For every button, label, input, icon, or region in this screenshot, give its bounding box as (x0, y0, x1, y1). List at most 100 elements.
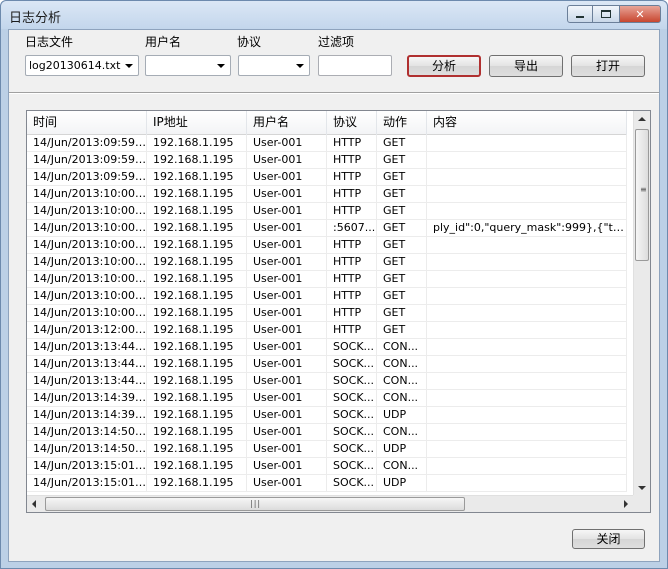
table-row[interactable]: 14/Jun/2013:15:01:0... 192.168.1.195 User-… (27, 458, 627, 475)
cell-action: GET (377, 220, 427, 236)
table-row[interactable]: 14/Jun/2013:14:50:1... 192.168.1.195 User-… (27, 424, 627, 441)
table-row[interactable]: 14/Jun/2013:10:00:0... 192.168.1.195 User-… (27, 203, 627, 220)
cell-username: User-001 (247, 407, 327, 423)
cell-action: GET (377, 288, 427, 304)
cell-protocol: :5607... (327, 220, 377, 236)
filter-input[interactable] (318, 55, 392, 76)
cell-time: 14/Jun/2013:10:00:0... (27, 203, 147, 219)
cell-username: User-001 (247, 305, 327, 321)
cell-time: 14/Jun/2013:09:59:3... (27, 135, 147, 151)
cell-protocol: SOCK... (327, 407, 377, 423)
column-header-protocol[interactable]: 协议 (327, 111, 377, 135)
table-row[interactable]: 14/Jun/2013:13:44:2... 192.168.1.195 User-… (27, 339, 627, 356)
cell-action: GET (377, 322, 427, 338)
table-row[interactable]: 14/Jun/2013:10:00:0... 192.168.1.195 User-… (27, 254, 627, 271)
cell-content (427, 305, 627, 321)
cell-protocol: HTTP (327, 288, 377, 304)
filter-label: 过滤项 (318, 35, 355, 49)
cell-time: 14/Jun/2013:10:00:0... (27, 237, 147, 253)
cell-action: GET (377, 203, 427, 219)
analyze-button[interactable]: 分析 (407, 55, 481, 77)
protocol-select[interactable] (238, 55, 310, 76)
cell-protocol: SOCK... (327, 373, 377, 389)
divider (9, 92, 659, 94)
column-header-username[interactable]: 用户名 (247, 111, 327, 135)
horizontal-scroll-thumb[interactable]: ||| (45, 497, 465, 511)
close-icon: ✕ (635, 7, 645, 21)
cell-action: UDP (377, 475, 427, 491)
scroll-down-button[interactable] (634, 480, 650, 496)
log-list[interactable]: 时间 IP地址 用户名 协议 动作 内容 14/Jun/2013:09:59:3… (26, 110, 651, 513)
cell-action: CON... (377, 339, 427, 355)
cell-username: User-001 (247, 254, 327, 270)
vertical-scroll-thumb[interactable]: ≡ (635, 129, 649, 261)
scroll-right-button[interactable] (618, 496, 634, 512)
cell-time: 14/Jun/2013:10:00:0... (27, 288, 147, 304)
column-header-time[interactable]: 时间 (27, 111, 147, 135)
scroll-left-button[interactable] (27, 496, 43, 512)
cell-time: 14/Jun/2013:13:44:2... (27, 356, 147, 372)
cell-username: User-001 (247, 390, 327, 406)
cell-protocol: SOCK... (327, 390, 377, 406)
vertical-scrollbar[interactable]: ≡ (633, 111, 650, 496)
table-row[interactable]: 14/Jun/2013:09:59:5... 192.168.1.195 User-… (27, 152, 627, 169)
table-row[interactable]: 14/Jun/2013:13:44:2... 192.168.1.195 User-… (27, 373, 627, 390)
table-row[interactable]: 14/Jun/2013:09:59:5... 192.168.1.195 User-… (27, 169, 627, 186)
table-row[interactable]: 14/Jun/2013:15:01:0... 192.168.1.195 User-… (27, 475, 627, 492)
maximize-button[interactable] (593, 5, 619, 23)
table-row[interactable]: 14/Jun/2013:10:00:0... 192.168.1.195 User-… (27, 271, 627, 288)
cell-ip: 192.168.1.195 (147, 390, 247, 406)
app-window: 日志分析 ✕ 日志文件 用户名 协议 过滤项 log20130614.txt 分… (0, 0, 668, 569)
column-header-ip[interactable]: IP地址 (147, 111, 247, 135)
cell-protocol: HTTP (327, 169, 377, 185)
grip-icon: ||| (250, 499, 262, 508)
arrow-right-icon (624, 500, 628, 508)
cell-username: User-001 (247, 441, 327, 457)
column-header-action[interactable]: 动作 (377, 111, 427, 135)
cell-content (427, 322, 627, 338)
cell-protocol: SOCK... (327, 441, 377, 457)
close-button[interactable]: 关闭 (572, 529, 645, 549)
table-row[interactable]: 14/Jun/2013:13:44:2... 192.168.1.195 User-… (27, 356, 627, 373)
cell-protocol: SOCK... (327, 424, 377, 440)
table-row[interactable]: 14/Jun/2013:10:00:0... 192.168.1.195 User-… (27, 237, 627, 254)
minimize-button[interactable] (567, 5, 593, 23)
username-select[interactable] (145, 55, 231, 76)
title-bar[interactable]: 日志分析 ✕ (1, 1, 667, 29)
table-row[interactable]: 14/Jun/2013:10:00:0... 192.168.1.195 User-… (27, 305, 627, 322)
cell-ip: 192.168.1.195 (147, 407, 247, 423)
table-row[interactable]: 14/Jun/2013:14:50:1... 192.168.1.195 User-… (27, 441, 627, 458)
cell-ip: 192.168.1.195 (147, 254, 247, 270)
chevron-down-icon (296, 64, 304, 68)
cell-content (427, 271, 627, 287)
cell-time: 14/Jun/2013:15:01:0... (27, 475, 147, 491)
table-row[interactable]: 14/Jun/2013:09:59:3... 192.168.1.195 User-… (27, 135, 627, 152)
cell-content (427, 407, 627, 423)
cell-action: UDP (377, 407, 427, 423)
cell-content (427, 441, 627, 457)
table-row[interactable]: 14/Jun/2013:10:00:0... 192.168.1.195 User-… (27, 220, 627, 237)
scroll-up-button[interactable] (634, 111, 650, 127)
table-row[interactable]: 14/Jun/2013:12:00:1... 192.168.1.195 User-… (27, 322, 627, 339)
cell-username: User-001 (247, 135, 327, 151)
open-button[interactable]: 打开 (571, 55, 645, 77)
list-header: 时间 IP地址 用户名 协议 动作 内容 (27, 111, 627, 135)
table-row[interactable]: 14/Jun/2013:10:00:0... 192.168.1.195 User-… (27, 186, 627, 203)
cell-content (427, 424, 627, 440)
table-row[interactable]: 14/Jun/2013:14:39:3... 192.168.1.195 User-… (27, 390, 627, 407)
cell-time: 14/Jun/2013:14:50:1... (27, 441, 147, 457)
table-row[interactable]: 14/Jun/2013:14:39:3... 192.168.1.195 User-… (27, 407, 627, 424)
log-file-select[interactable]: log20130614.txt (25, 55, 139, 76)
horizontal-scrollbar[interactable]: ||| (27, 495, 634, 512)
cell-time: 14/Jun/2013:14:50:1... (27, 424, 147, 440)
column-header-content[interactable]: 内容 (427, 111, 627, 135)
table-row[interactable]: 14/Jun/2013:10:00:0... 192.168.1.195 User-… (27, 288, 627, 305)
cell-ip: 192.168.1.195 (147, 288, 247, 304)
window-close-button[interactable]: ✕ (619, 5, 661, 23)
cell-ip: 192.168.1.195 (147, 373, 247, 389)
export-button[interactable]: 导出 (489, 55, 563, 77)
cell-content (427, 458, 627, 474)
arrow-down-icon (638, 486, 646, 490)
cell-content (427, 254, 627, 270)
cell-username: User-001 (247, 288, 327, 304)
